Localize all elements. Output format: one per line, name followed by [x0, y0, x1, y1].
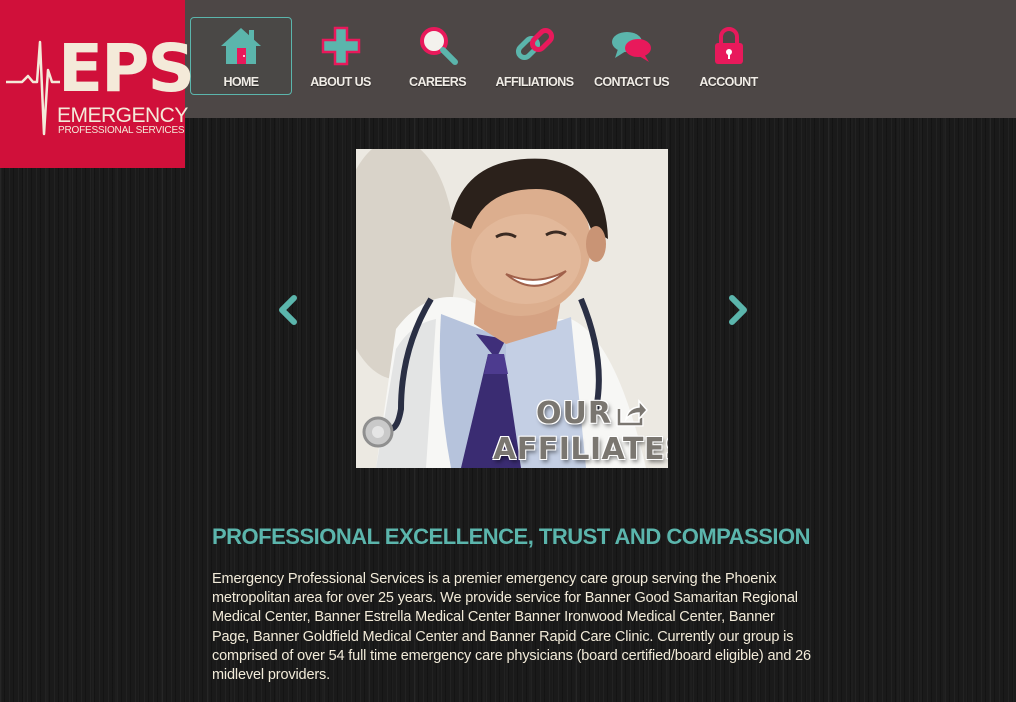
medical-cross-icon [321, 26, 360, 66]
nav-label-affiliations: AFFILIATIONS [495, 75, 575, 89]
slide-overlay-line-2: AFFILIATES [493, 432, 668, 467]
nav-label-contact-us: CONTACT US [593, 75, 670, 89]
section-heading: PROFESSIONAL EXCELLENCE, TRUST AND COMPA… [212, 524, 811, 549]
chevron-left-icon[interactable] [277, 294, 299, 326]
site-logo[interactable]: EPS EMERGENCY PROFESSIONAL SERVICES [0, 0, 195, 168]
chevron-right-icon[interactable] [727, 294, 749, 326]
logo-letters: EPS [58, 30, 195, 107]
nav-label-about-us: ABOUT US [310, 75, 371, 89]
nav-item-affiliations[interactable]: AFFILIATIONS [486, 17, 583, 95]
share-arrow-icon [616, 399, 648, 427]
speech-bubbles-icon [611, 32, 651, 62]
nav-label-home: HOME [223, 75, 259, 89]
hero-slide[interactable]: OUR AFFILIATES [356, 149, 668, 468]
logo-line-2: PROFESSIONAL SERVICES [58, 125, 185, 136]
slide-overlay-line-1: OUR [536, 396, 612, 431]
nav-item-contact-us[interactable]: CONTACT US [583, 17, 680, 95]
logo-line-1: EMERGENCY [57, 104, 188, 127]
nav-item-careers[interactable]: CAREERS [389, 17, 486, 95]
nav-label-careers: CAREERS [409, 75, 467, 89]
nav-item-about-us[interactable]: ABOUT US [292, 17, 389, 95]
main-nav: HOME ABOUT US CAREERS AFFILIATIONS CONTA… [190, 17, 777, 97]
intro-paragraph: Emergency Professional Services is a pre… [212, 571, 811, 684]
padlock-icon [714, 27, 743, 64]
magnifier-icon [419, 27, 458, 65]
chain-link-icon [515, 27, 554, 61]
nav-label-account: ACCOUNT [699, 75, 758, 89]
nav-item-home[interactable]: HOME [190, 17, 292, 95]
house-icon [221, 28, 261, 64]
nav-item-account[interactable]: ACCOUNT [680, 17, 777, 95]
